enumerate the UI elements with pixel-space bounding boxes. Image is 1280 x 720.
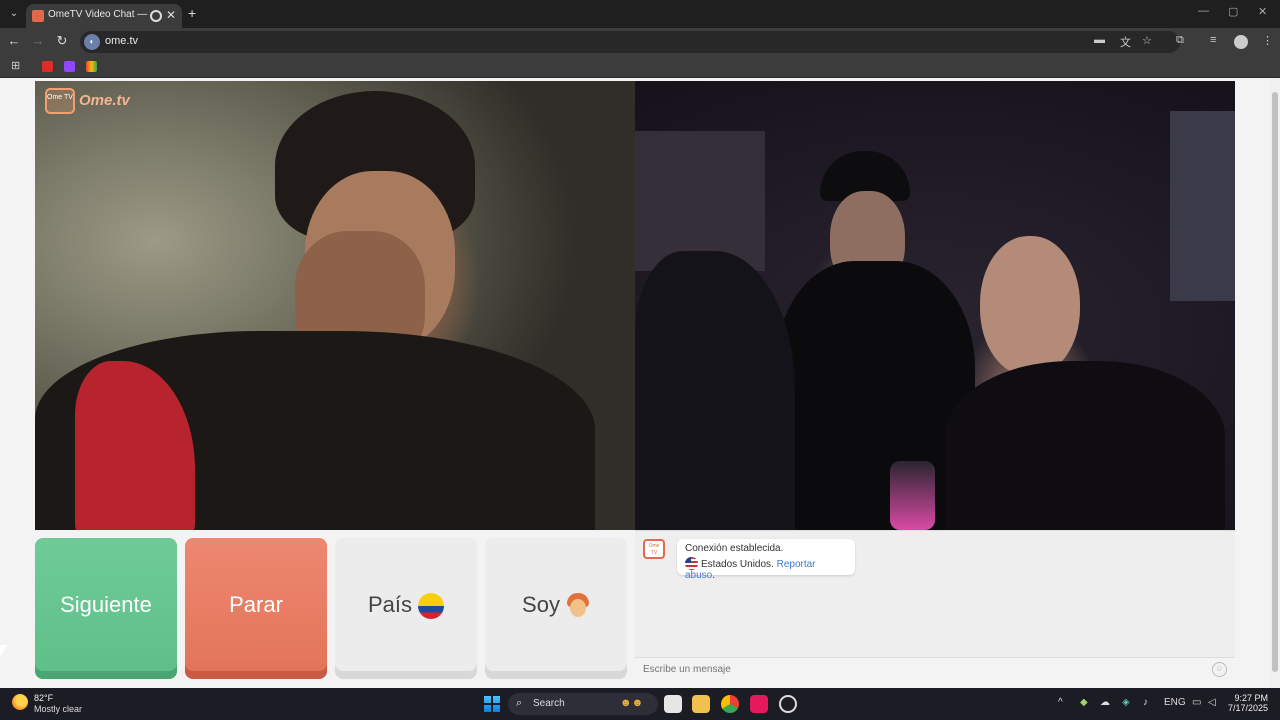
- site-icon[interactable]: ◐: [84, 34, 100, 50]
- logo-tv-icon: Ome TV: [45, 88, 75, 114]
- menu-icon[interactable]: ⋮: [1262, 34, 1273, 47]
- youtube-icon[interactable]: [42, 61, 53, 72]
- next-button[interactable]: Siguiente: [35, 538, 177, 679]
- tray-app-icon[interactable]: ◆: [1080, 697, 1088, 708]
- local-video: [35, 81, 635, 530]
- smile-icon[interactable]: ☺: [1212, 662, 1227, 677]
- clock-date: 7/17/2025: [1227, 703, 1268, 713]
- url-text[interactable]: ome.tv: [105, 35, 138, 47]
- tab-bar: ⌄ OmeTV Video Chat — Ome ✕ + — ▢ ✕: [0, 0, 1280, 28]
- partner-country: Estados Unidos.: [701, 559, 774, 570]
- twitch-icon[interactable]: [64, 61, 75, 72]
- gender-button[interactable]: Soy: [485, 538, 627, 679]
- colombia-flag-icon: [418, 593, 445, 620]
- message-input-bar: ☺: [635, 657, 1235, 681]
- shoe-rack-shape: [1170, 111, 1235, 301]
- tab-search-icon[interactable]: ≡: [1210, 34, 1216, 46]
- extensions-icon[interactable]: ⧉: [1176, 34, 1184, 47]
- stop-button[interactable]: Parar: [185, 538, 327, 679]
- search-icon: ⌕: [516, 697, 523, 709]
- display-icon[interactable]: ▭: [1192, 697, 1201, 708]
- connection-text: Conexión establecida.: [685, 543, 784, 554]
- media-icon[interactable]: ▬: [1094, 34, 1105, 46]
- address-bar[interactable]: ◐ ome.tv: [80, 31, 1180, 53]
- page-scrollbar[interactable]: [1270, 78, 1280, 688]
- chat-logo-icon: Ome TV: [643, 539, 665, 559]
- clock-time: 9:27 PM: [1234, 693, 1268, 703]
- tiktok-icon[interactable]: [750, 695, 768, 713]
- country-button-label: País: [367, 592, 413, 617]
- clock[interactable]: 9:27 PM 7/17/2025: [1224, 693, 1268, 713]
- next-button-label: Siguiente: [60, 592, 152, 617]
- tray-shield-icon[interactable]: ◈: [1122, 697, 1130, 708]
- microphone-shape: [890, 461, 935, 530]
- tab-ometv[interactable]: OmeTV Video Chat — Ome ✕: [26, 4, 182, 28]
- new-tab-button[interactable]: +: [188, 5, 196, 21]
- onedrive-icon[interactable]: ☁: [1100, 697, 1110, 708]
- microphone-icon[interactable]: ♪: [1143, 697, 1148, 708]
- ometv-favicon-icon: [32, 10, 44, 22]
- bookmarks-bar: ⊞: [0, 56, 1280, 78]
- chat-panel: Ome TV Conexión establecida. Estados Uni…: [635, 530, 1235, 681]
- weather-temperature[interactable]: 82°F: [34, 693, 53, 703]
- reload-icon[interactable]: ↻: [53, 33, 71, 49]
- country-button[interactable]: País: [335, 538, 477, 679]
- usa-flag-icon: [685, 557, 698, 570]
- shelf-shape: [635, 131, 765, 271]
- profile-icon[interactable]: [1234, 35, 1248, 49]
- taskbar-search[interactable]: ⌕ Search ☻☻: [508, 693, 658, 715]
- forward-icon[interactable]: →: [29, 33, 47, 48]
- report-period: .: [712, 570, 716, 581]
- boy-avatar-icon: [566, 593, 590, 619]
- windows-start-icon[interactable]: [484, 696, 500, 712]
- weather-icon[interactable]: [12, 694, 28, 710]
- browser-toolbar: ← → ↻ ◐ ome.tv ▬ 文 ☆ ⧉ ≡ ⋮: [0, 28, 1280, 56]
- volume-icon[interactable]: ◁: [1208, 697, 1216, 708]
- apps-grid-icon[interactable]: ⊞: [11, 59, 20, 72]
- stop-button-label: Parar: [229, 592, 283, 617]
- minimize-button[interactable]: —: [1198, 5, 1209, 17]
- weather-description[interactable]: Mostly clear: [34, 704, 82, 714]
- translate-icon[interactable]: 文: [1120, 34, 1131, 50]
- chrome-icon[interactable]: [721, 695, 739, 713]
- remote-video: [635, 81, 1235, 530]
- gender-button-label: Soy: [522, 592, 560, 617]
- language-indicator[interactable]: ENG: [1164, 697, 1186, 708]
- logo-text: Ome.tv: [79, 92, 130, 109]
- taskbar: 82°F Mostly clear ⌕ Search ☻☻ ^ ◆ ☁ ◈ ♪ …: [0, 688, 1280, 720]
- system-message: Conexión establecida. Estados Unidos. Re…: [677, 539, 855, 581]
- back-icon[interactable]: ←: [5, 33, 23, 48]
- person-left-shape: [635, 251, 795, 530]
- search-highlight-icon: ☻☻: [620, 697, 644, 709]
- record-icon: [150, 10, 162, 22]
- task-view-icon[interactable]: [664, 695, 682, 713]
- shirt-right-shape: [945, 361, 1225, 530]
- tab-title: OmeTV Video Chat — Ome: [48, 9, 148, 20]
- maximize-button[interactable]: ▢: [1228, 5, 1238, 18]
- country-line: Estados Unidos. Reportar abuso.: [685, 557, 847, 581]
- message-input[interactable]: [643, 664, 1183, 675]
- close-window-button[interactable]: ✕: [1258, 5, 1267, 18]
- file-explorer-icon[interactable]: [692, 695, 710, 713]
- bookmark-star-icon[interactable]: ☆: [1142, 34, 1152, 47]
- gmail-icon[interactable]: [86, 61, 97, 72]
- ometv-logo: Ome TV Ome.tv: [45, 88, 137, 114]
- tab-list-icon[interactable]: ⌄: [6, 6, 22, 22]
- mouse-cursor-icon: [0, 645, 8, 657]
- search-label: Search: [533, 698, 565, 709]
- tray-expand-icon[interactable]: ^: [1058, 697, 1063, 708]
- obs-icon[interactable]: [779, 695, 797, 713]
- scroll-thumb[interactable]: [1272, 92, 1278, 672]
- tab-close-button[interactable]: ✕: [166, 8, 176, 22]
- face-right-shape: [980, 236, 1080, 376]
